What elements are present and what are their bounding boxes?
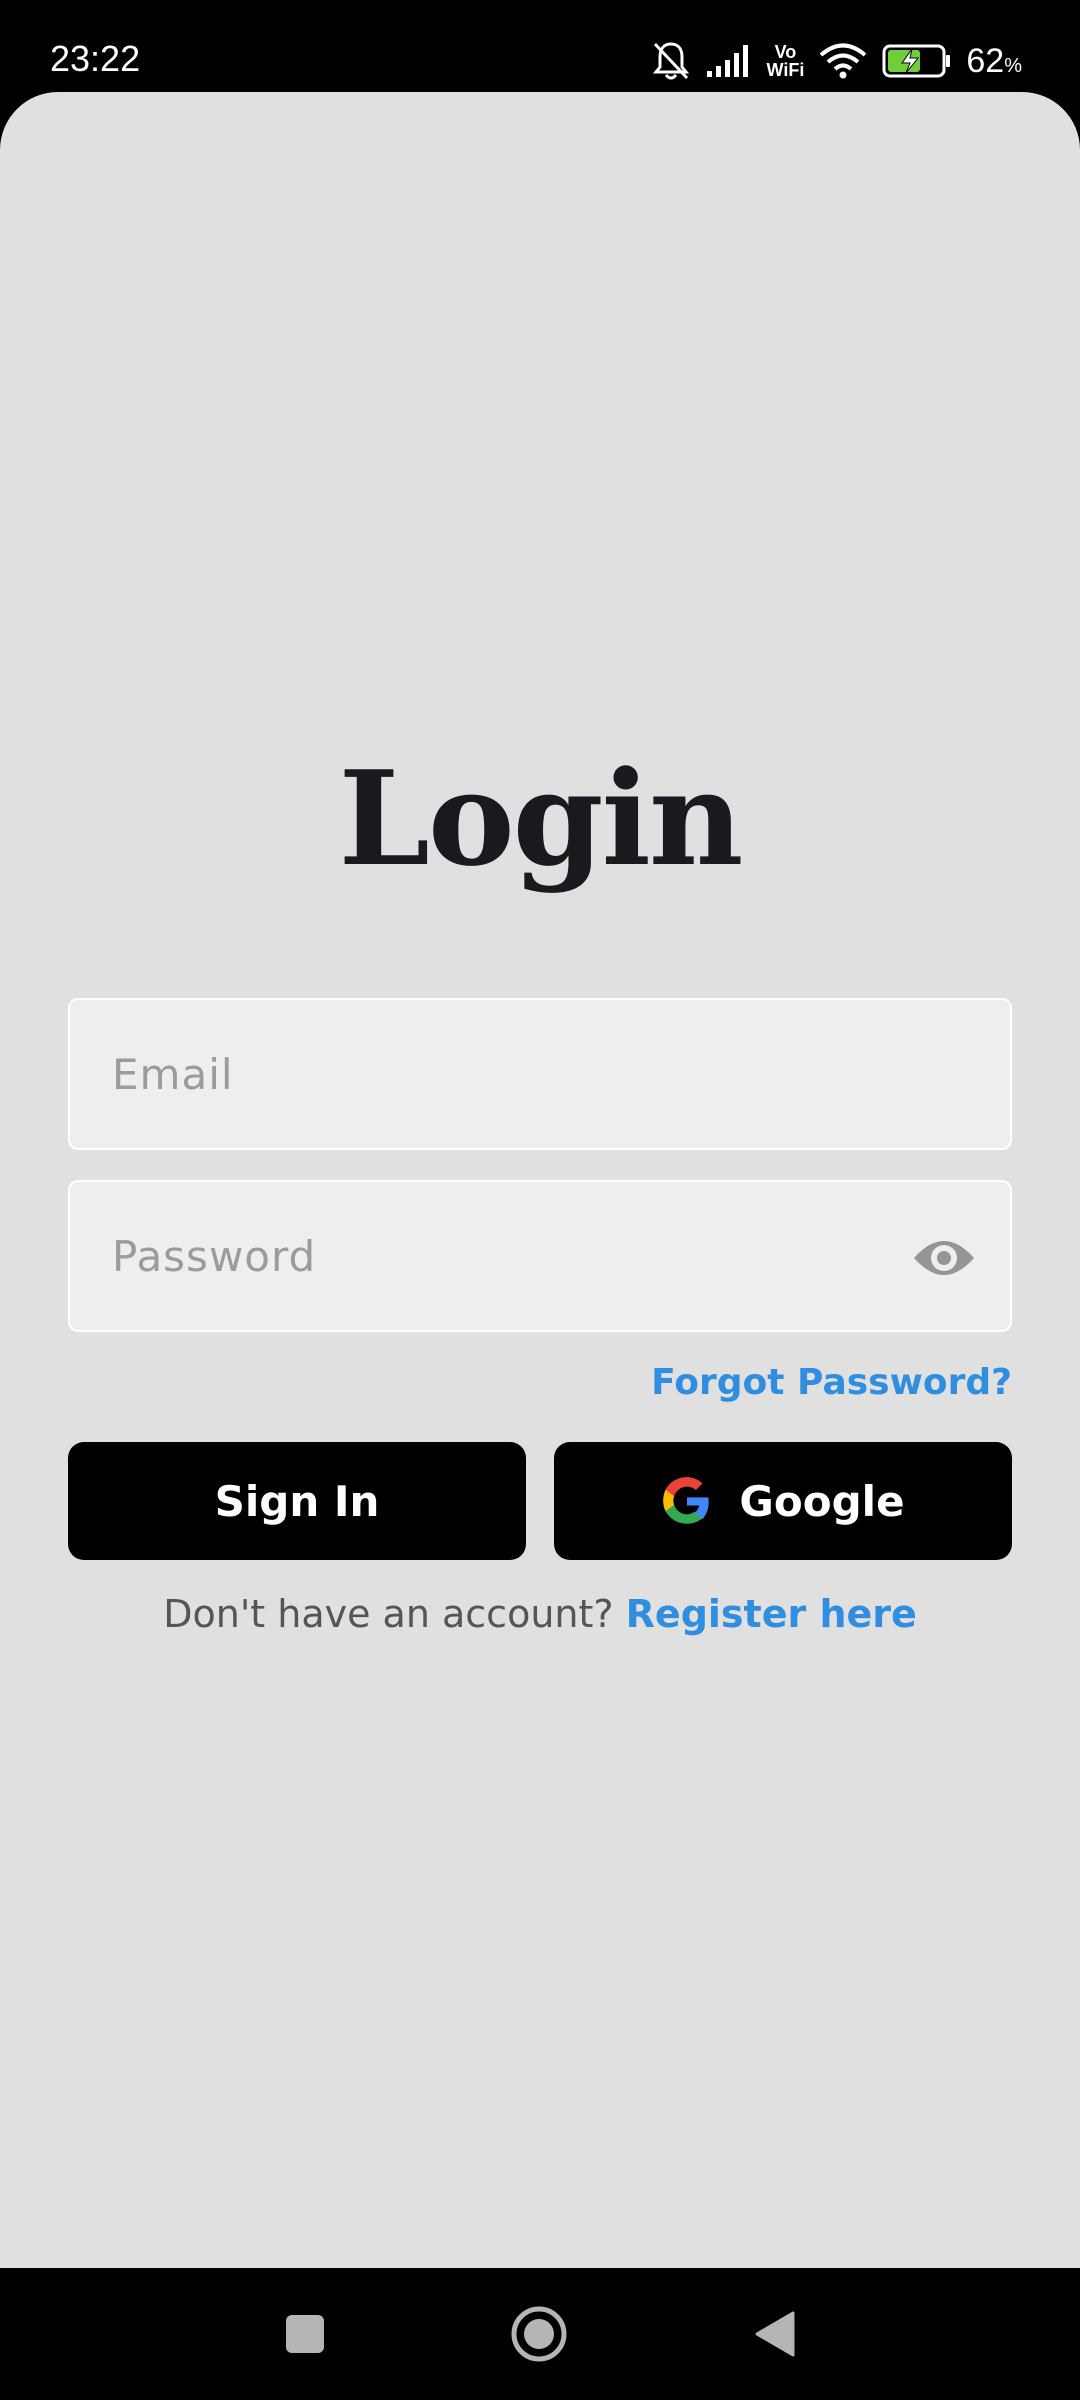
no-account-text: Don't have an account? <box>163 1592 614 1636</box>
register-link[interactable]: Register here <box>626 1592 917 1636</box>
page-title: Login <box>338 742 744 895</box>
triangle-back-icon <box>755 2311 795 2357</box>
vowifi-indicator: Vo WiFi <box>767 43 805 79</box>
vowifi-bottom: WiFi <box>766 60 805 80</box>
wifi-icon <box>820 43 867 79</box>
back-button[interactable] <box>730 2268 820 2400</box>
navigation-bar <box>0 2268 1080 2400</box>
home-button[interactable] <box>494 2268 584 2400</box>
square-icon <box>286 2315 324 2353</box>
email-field[interactable] <box>68 998 1012 1150</box>
phone-screen: 23:22 Vo WiFi 62% Login Email Forgot Pas… <box>0 0 1080 2400</box>
google-label: Google <box>739 1476 905 1526</box>
status-icons: Vo WiFi 62% <box>651 36 1022 86</box>
status-bar: 23:22 Vo WiFi 62% <box>0 0 1080 92</box>
vowifi-top: Vo <box>774 42 797 62</box>
password-field[interactable] <box>68 1180 1012 1332</box>
password-input[interactable] <box>112 1182 932 1330</box>
google-sign-in-button[interactable]: Google <box>554 1442 1012 1560</box>
sign-in-label: Sign In <box>214 1476 380 1526</box>
status-time: 23:22 <box>50 38 141 79</box>
sign-in-button[interactable]: Sign In <box>68 1442 526 1560</box>
circle-icon <box>511 2306 567 2362</box>
login-screen: Login Forgot Password? Sign In Google <box>0 92 1080 2268</box>
bell-off-icon <box>652 42 689 80</box>
forgot-password-link[interactable]: Forgot Password? <box>651 1362 1012 1403</box>
eye-icon[interactable] <box>912 1230 976 1286</box>
battery-charging-icon <box>882 44 951 78</box>
recents-button[interactable] <box>260 2268 350 2400</box>
register-prompt: Don't have an account? Register here <box>0 1592 1080 1636</box>
battery-percent: 62% <box>966 44 1022 78</box>
battery-unit: % <box>1004 55 1022 77</box>
signal-icon <box>706 45 748 77</box>
battery-value: 62 <box>966 42 1005 80</box>
email-input[interactable] <box>112 1000 932 1148</box>
google-icon <box>663 1477 710 1524</box>
